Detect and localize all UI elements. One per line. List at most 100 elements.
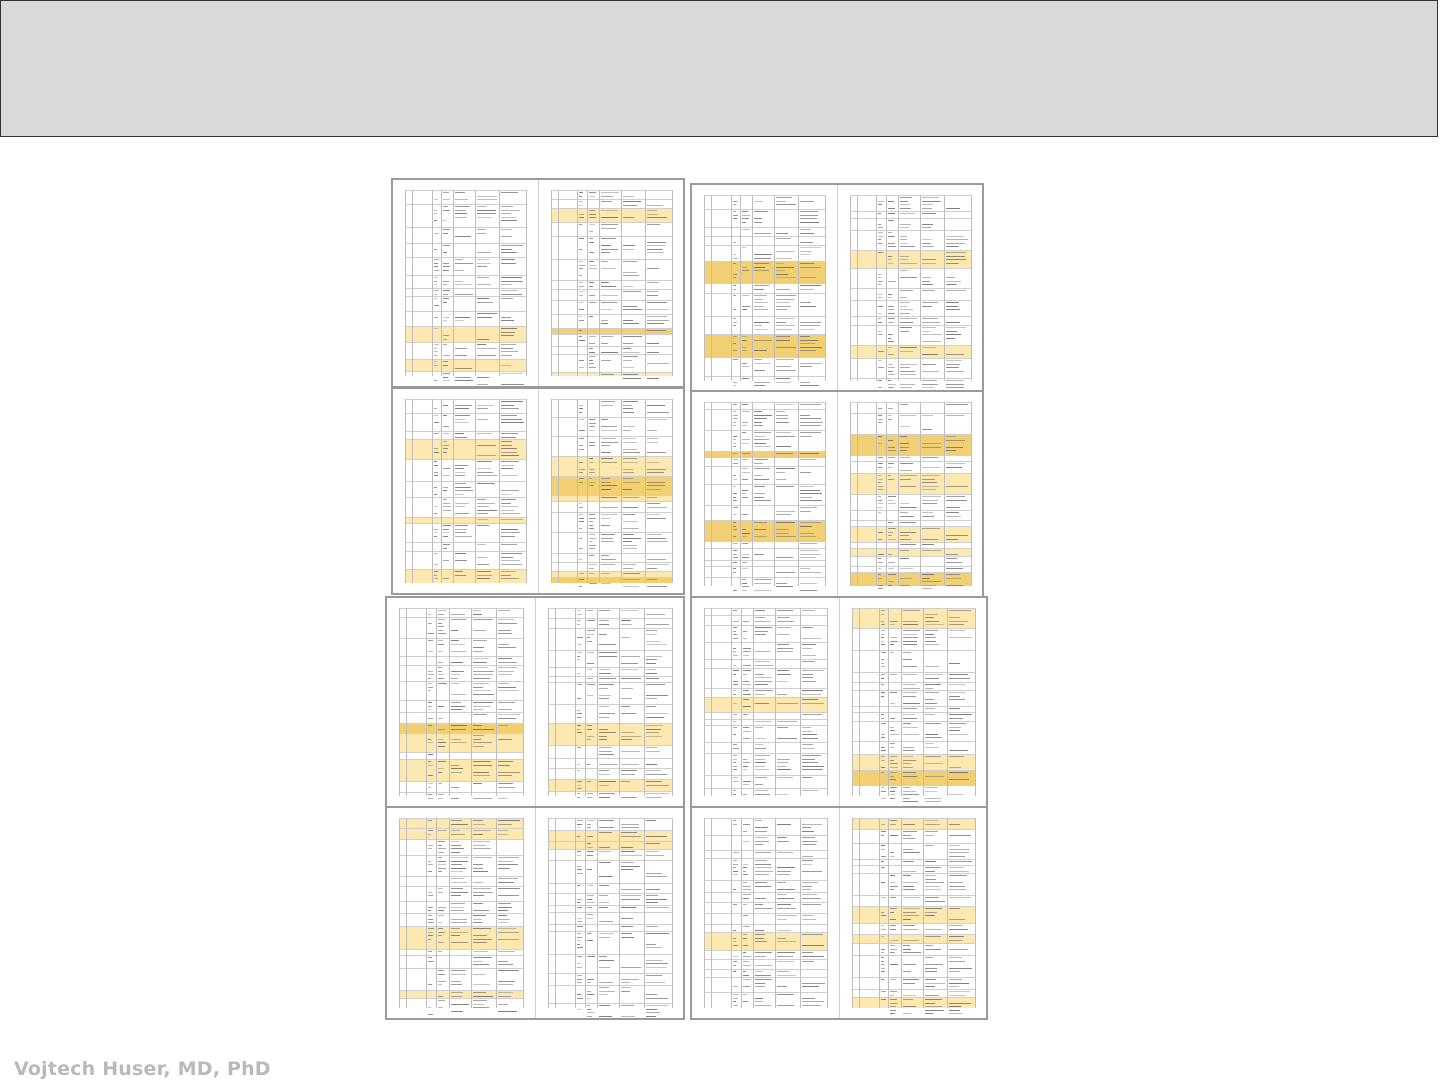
table-row-divider (704, 892, 827, 893)
table-column-divider (412, 190, 414, 376)
text-line (880, 666, 886, 667)
text-line (924, 915, 935, 916)
text-line (945, 370, 965, 372)
text-line (472, 735, 485, 736)
text-line (497, 1003, 509, 1005)
text-line (732, 486, 736, 487)
text-line (945, 404, 968, 405)
document-thumbnail-spread-5[interactable] (385, 596, 685, 808)
text-line (902, 952, 921, 953)
text-line (438, 717, 444, 719)
text-line (754, 475, 762, 476)
text-line (887, 370, 894, 372)
text-line (890, 897, 896, 898)
text-line (433, 361, 437, 362)
text-line (501, 553, 522, 554)
table-column-divider (399, 818, 400, 1008)
text-line (899, 550, 909, 551)
text-line (443, 320, 448, 321)
text-line (902, 717, 918, 719)
text-line (599, 827, 614, 828)
text-line (742, 1001, 749, 1002)
text-line (588, 356, 596, 357)
table-row-divider (399, 759, 523, 760)
text-line (588, 359, 593, 361)
document-thumbnail-spread-7[interactable] (385, 806, 685, 1020)
text-line (646, 404, 666, 406)
table-row-divider (547, 650, 672, 651)
document-thumbnail-spread-8[interactable] (690, 806, 988, 1020)
text-line (890, 964, 899, 965)
text-line (924, 845, 934, 846)
text-line (949, 726, 961, 728)
text-line (622, 336, 642, 337)
text-line (599, 735, 607, 737)
text-line (732, 359, 738, 360)
text-line (621, 865, 640, 867)
text-line (733, 1001, 737, 1002)
table-column-divider (547, 818, 549, 1008)
text-line (733, 929, 737, 931)
text-line (443, 578, 449, 579)
text-line (777, 874, 791, 875)
text-line (777, 889, 795, 890)
table-row-divider (851, 977, 975, 978)
table-column-divider (704, 195, 705, 381)
text-line (621, 678, 641, 679)
page-preview (387, 598, 536, 806)
text-line (902, 692, 917, 693)
text-line (576, 716, 582, 718)
text-line (902, 897, 921, 898)
document-thumbnail-spread-4[interactable] (690, 390, 984, 598)
text-line (800, 277, 817, 278)
text-line (433, 209, 437, 211)
text-line (801, 690, 823, 691)
text-line (579, 438, 584, 439)
text-line (600, 555, 610, 556)
text-line (755, 964, 772, 966)
text-line (949, 1013, 962, 1014)
text-line (599, 885, 609, 886)
table-row-divider (547, 723, 672, 724)
text-line (801, 904, 821, 905)
text-line (742, 727, 749, 728)
text-line (472, 918, 482, 920)
text-line (800, 385, 820, 386)
text-line (646, 1015, 656, 1017)
text-line (733, 986, 738, 987)
text-line (924, 897, 940, 898)
table-row-divider (550, 577, 672, 578)
text-line (497, 610, 510, 611)
text-line (443, 468, 451, 469)
text-line (472, 610, 482, 611)
text-line (497, 938, 519, 940)
text-line (501, 441, 512, 442)
text-line (887, 531, 893, 533)
document-thumbnail-spread-1[interactable] (391, 178, 685, 388)
text-line (477, 563, 490, 565)
text-line (924, 708, 935, 709)
text-line (800, 557, 816, 558)
text-line (776, 421, 789, 423)
text-line (576, 827, 581, 828)
text-line (742, 586, 749, 587)
text-line (599, 781, 617, 782)
text-line (924, 630, 938, 631)
text-line (477, 404, 494, 406)
text-line (438, 629, 443, 631)
document-thumbnail-spread-6[interactable] (690, 596, 988, 808)
text-line (801, 855, 813, 857)
text-line (949, 889, 967, 890)
text-line (646, 294, 658, 296)
page-preview (387, 808, 536, 1018)
text-line (878, 538, 883, 540)
text-line (450, 797, 459, 799)
document-thumbnail-spread-2[interactable] (690, 183, 984, 393)
text-line (433, 448, 438, 449)
text-line (622, 541, 632, 542)
text-line (600, 582, 611, 584)
document-thumbnail-spread-3[interactable] (391, 387, 685, 595)
text-line (586, 678, 594, 679)
table-row-divider (547, 985, 672, 986)
text-line (800, 266, 822, 268)
